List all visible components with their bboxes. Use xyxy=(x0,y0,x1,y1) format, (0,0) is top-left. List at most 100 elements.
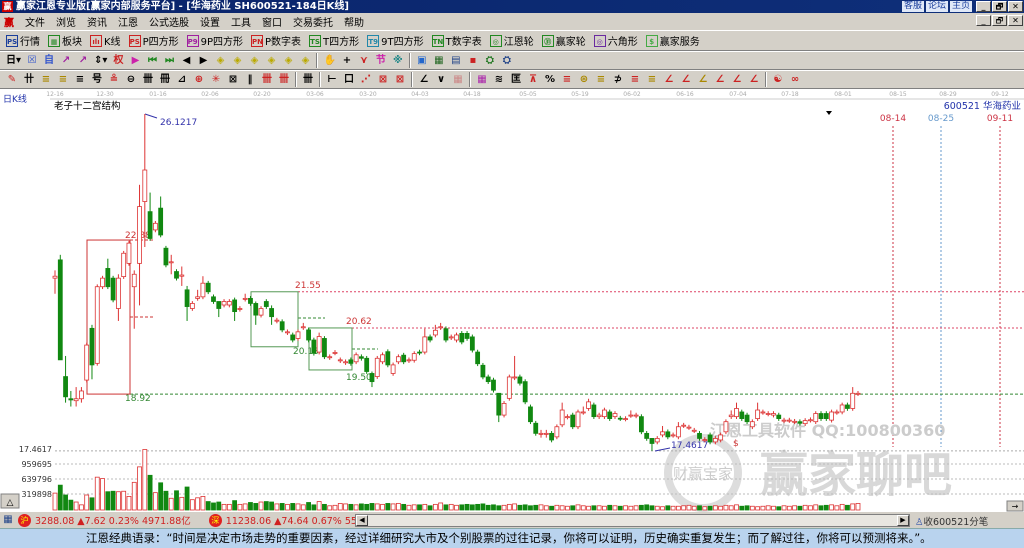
d1-icon[interactable]: ◈ xyxy=(214,55,226,67)
last-icon[interactable]: ⏭ xyxy=(163,55,175,67)
g18-icon[interactable]: 口 xyxy=(343,74,355,86)
menu-info[interactable]: 资讯 xyxy=(87,14,107,29)
jie-icon[interactable]: 节 xyxy=(375,55,387,67)
cross-icon[interactable]: + xyxy=(341,55,353,67)
g34-icon[interactable]: ≡ xyxy=(629,74,641,86)
g38-icon[interactable]: ∠ xyxy=(697,74,709,86)
g30-icon[interactable]: ≡ xyxy=(561,74,573,86)
g29-icon[interactable]: % xyxy=(544,74,556,86)
g26-icon[interactable]: ≋ xyxy=(493,74,505,86)
g24-icon[interactable]: ▦ xyxy=(452,74,464,86)
toolbar-button-6[interactable]: TS T四方形 xyxy=(309,33,359,48)
toolbar-button-5[interactable]: PN P数字表 xyxy=(251,33,301,48)
toolbar-button-0[interactable]: PS 行情 xyxy=(6,33,40,48)
prev-icon[interactable]: ◀ xyxy=(180,55,192,67)
g7-icon[interactable]: 卌 xyxy=(142,74,154,86)
g10-icon[interactable]: ⊕ xyxy=(193,74,205,86)
d6-icon[interactable]: ◈ xyxy=(299,55,311,67)
d3-icon[interactable]: ◈ xyxy=(248,55,260,67)
mdi-close-button[interactable]: ✕ xyxy=(1008,15,1023,26)
kline-icon[interactable]: ☒ xyxy=(26,55,38,67)
next-icon[interactable]: ▶ xyxy=(197,55,209,67)
calculator-icon[interactable]: ▦ xyxy=(2,514,14,526)
g4-icon[interactable]: 号 xyxy=(91,74,103,86)
toolbar-button-12[interactable]: $ 赢家服务 xyxy=(645,33,700,48)
g17-icon[interactable]: ⊢ xyxy=(326,74,338,86)
menu-file[interactable]: 文件 xyxy=(25,14,45,29)
g39-icon[interactable]: ∠ xyxy=(714,74,726,86)
g15-icon[interactable]: 卌 xyxy=(278,74,290,86)
menu-help[interactable]: 帮助 xyxy=(344,14,364,29)
toolbar-button-1[interactable]: ▦ 板块 xyxy=(48,33,82,48)
yinyang-icon[interactable]: ☯ xyxy=(772,74,784,86)
g13-icon[interactable]: ‖ xyxy=(244,74,256,86)
scroll-left-icon[interactable]: ◀ xyxy=(356,515,368,526)
restore-button[interactable]: 🗗 xyxy=(992,1,1007,12)
menu-window[interactable]: 窗口 xyxy=(262,14,282,29)
g27-icon[interactable]: 匡 xyxy=(510,74,522,86)
chart-canvas[interactable]: 12-16 12-30 01-16 02-06 02-20 03-06 03-20 04-03… xyxy=(0,89,1024,512)
g22-icon[interactable]: ∠ xyxy=(418,74,430,86)
toolbar-button-11[interactable]: ◎ 六角形 xyxy=(593,33,638,48)
d5-icon[interactable]: ◈ xyxy=(282,55,294,67)
g11-icon[interactable]: ✳ xyxy=(210,74,222,86)
save-icon[interactable]: ▪ xyxy=(467,55,479,67)
menu-trade[interactable]: 交易委托 xyxy=(293,14,333,29)
mdi-minimize-button[interactable]: _ xyxy=(976,15,991,26)
hand-icon[interactable]: ✋ xyxy=(323,55,335,67)
g21-icon[interactable]: ⊠ xyxy=(394,74,406,86)
g19-icon[interactable]: ⋰ xyxy=(360,74,372,86)
link-kefu[interactable]: 客服 xyxy=(901,1,924,12)
horizontal-scrollbar[interactable]: ◀ ▶ xyxy=(355,514,910,527)
triangle-icon[interactable]: △ xyxy=(7,498,14,508)
g20-icon[interactable]: ⊠ xyxy=(377,74,389,86)
g12-icon[interactable]: ⊠ xyxy=(227,74,239,86)
g16-icon[interactable]: 卌 xyxy=(302,74,314,86)
g3-icon[interactable]: ≡ xyxy=(74,74,86,86)
g1-icon[interactable]: ≡ xyxy=(40,74,52,86)
g23-icon[interactable]: ∨ xyxy=(435,74,447,86)
infinity-icon[interactable]: ∞ xyxy=(789,74,801,86)
g14-icon[interactable]: 卌 xyxy=(261,74,273,86)
menu-browse[interactable]: 浏览 xyxy=(56,14,76,29)
flag-icon[interactable]: ▶ xyxy=(129,55,141,67)
g31-icon[interactable]: ⊛ xyxy=(578,74,590,86)
d4-icon[interactable]: ◈ xyxy=(265,55,277,67)
tick-detail-button[interactable]: ♙收600521分笔 xyxy=(915,514,988,528)
toolbar-button-7[interactable]: T9 9T四方形 xyxy=(367,33,424,48)
g25-icon[interactable]: ▦ xyxy=(476,74,488,86)
g6-icon[interactable]: ⊖ xyxy=(125,74,137,86)
toolbar-button-4[interactable]: P9 9P四方形 xyxy=(186,33,243,48)
toolbar-button-8[interactable]: TN T数字表 xyxy=(431,33,482,48)
first-icon[interactable]: ⏮ xyxy=(146,55,158,67)
net2-icon[interactable]: ⛭ xyxy=(501,55,513,67)
g33-icon[interactable]: ⊅ xyxy=(612,74,624,86)
scroll-right-icon[interactable]: ▶ xyxy=(897,515,909,526)
calendar-icon[interactable]: ▣ xyxy=(416,55,428,67)
weight-icon[interactable]: 权 xyxy=(112,55,124,67)
menu-gann[interactable]: 江恩 xyxy=(118,14,138,29)
menu-formula[interactable]: 公式选股 xyxy=(149,14,189,29)
g8-icon[interactable]: 冊 xyxy=(159,74,171,86)
toolbar-button-10[interactable]: ㉛赢家轮 xyxy=(541,33,586,48)
link-zhuye[interactable]: 主页 xyxy=(949,1,972,12)
toolbar-button-3[interactable]: PS P四方形 xyxy=(128,33,179,48)
d2-icon[interactable]: ◈ xyxy=(231,55,243,67)
mdi-restore-button[interactable]: 🗗 xyxy=(992,15,1007,26)
calc-icon[interactable]: ▦ xyxy=(433,55,445,67)
g35-icon[interactable]: ≡ xyxy=(646,74,658,86)
pen-icon[interactable]: ✎ xyxy=(6,74,18,86)
link-luntan[interactable]: 论坛 xyxy=(925,1,948,12)
g28-icon[interactable]: ⊼ xyxy=(527,74,539,86)
bar-type-icon[interactable]: ⇕▾ xyxy=(94,55,107,67)
kline-chart[interactable]: 12-16 12-30 01-16 02-06 02-20 03-06 03-20 04-03… xyxy=(0,89,1024,512)
net-icon[interactable]: ⛭ xyxy=(484,55,496,67)
g41-icon[interactable]: ∠ xyxy=(748,74,760,86)
g9-icon[interactable]: ⊿ xyxy=(176,74,188,86)
doc-icon[interactable]: ▤ xyxy=(450,55,462,67)
chart-b-icon[interactable]: ↗ xyxy=(77,55,89,67)
g37-icon[interactable]: ∠ xyxy=(680,74,692,86)
tool2-icon[interactable]: ※ xyxy=(392,55,404,67)
g32-icon[interactable]: ≡ xyxy=(595,74,607,86)
menu-tools[interactable]: 工具 xyxy=(231,14,251,29)
